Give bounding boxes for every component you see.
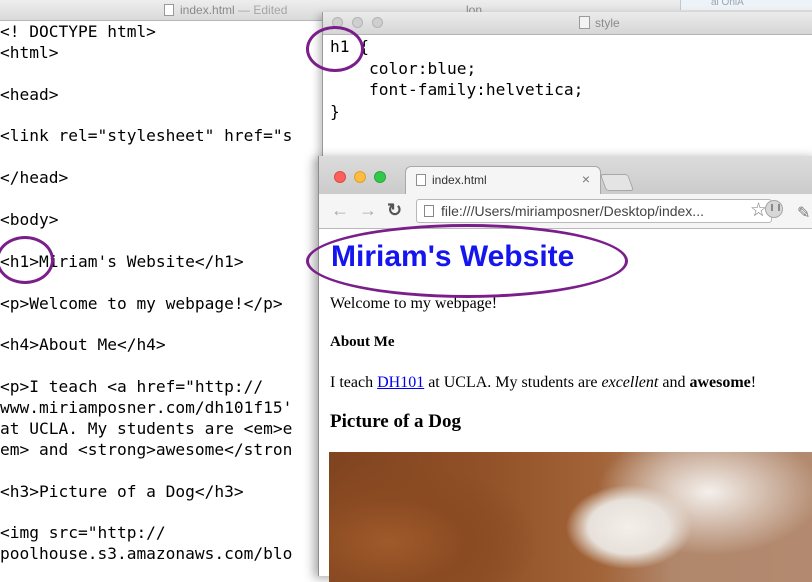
dog-heading: Picture of a Dog	[330, 411, 462, 432]
code-line: em> and <strong>awesome</stron	[0, 439, 293, 459]
document-icon	[579, 16, 590, 29]
browser-tabbar: index.html ×	[319, 156, 812, 195]
page-icon	[424, 205, 434, 217]
code-line: <p>Welcome to my webpage!</p>	[0, 293, 283, 313]
code-line: color:blue;	[330, 58, 477, 78]
browser-window: index.html × ← → ↻ file:///Users/miriamp…	[318, 156, 812, 582]
close-window-icon[interactable]	[332, 17, 343, 28]
code-line: <h3>Picture of a Dog</h3>	[0, 481, 244, 501]
behind-window-strip: al OnlA	[680, 0, 812, 10]
html-source-code[interactable]: <! DOCTYPE html> <html> <head> <link rel="s…	[0, 22, 292, 565]
forward-arrow-icon[interactable]: →	[359, 200, 377, 221]
document-icon	[164, 4, 174, 16]
code-line: h1 {	[330, 37, 369, 56]
extension-icon[interactable]	[765, 200, 783, 218]
reload-icon[interactable]: ↻	[387, 200, 402, 221]
code-line: <head>	[0, 84, 59, 104]
page-content: Miriam's Website Welcome to my webpage! …	[319, 229, 812, 582]
dh101-link[interactable]: DH101	[377, 374, 424, 391]
page-icon	[416, 174, 426, 186]
code-line: font-family:helvetica;	[330, 80, 584, 99]
back-arrow-icon[interactable]: ←	[331, 200, 349, 221]
browser-toolbar: ← → ↻ file:///Users/miriamposner/Desktop…	[319, 194, 812, 229]
minimize-window-icon[interactable]	[352, 17, 363, 28]
code-line: }	[330, 101, 340, 121]
code-line: <body>	[0, 210, 59, 230]
code-line: <h1>Miriam's Website</h1>	[0, 251, 244, 271]
code-line: <h4>About Me</h4>	[0, 335, 166, 355]
code-line: <link rel="stylesheet" href="s	[0, 126, 293, 146]
minimize-window-icon[interactable]	[354, 171, 366, 183]
zoom-window-icon[interactable]	[374, 171, 386, 183]
welcome-paragraph: Welcome to my webpage!	[330, 295, 498, 312]
code-line: <html>	[0, 42, 59, 62]
dog-image	[329, 452, 812, 582]
style-titlebar: style	[323, 12, 812, 35]
page-heading: Miriam's Website	[331, 240, 575, 273]
teach-paragraph: I teach DH101 at UCLA. My students are e…	[330, 374, 757, 391]
tab-index-html[interactable]: index.html ×	[405, 166, 601, 195]
pencil-extension-icon[interactable]: ✎	[797, 203, 810, 223]
url-text: file:///Users/miriamposner/Desktop/index…	[441, 203, 704, 219]
code-line: </head>	[0, 168, 69, 188]
code-line: <! DOCTYPE html>	[0, 22, 156, 41]
address-bar[interactable]: file:///Users/miriamposner/Desktop/index…	[416, 199, 772, 223]
code-line: at UCLA. My students are <em>e	[0, 418, 293, 438]
close-tab-icon[interactable]: ×	[582, 171, 590, 187]
code-line: www.miriamposner.com/dh101f15'	[0, 398, 293, 418]
code-line: poolhouse.s3.amazonaws.com/blo	[0, 544, 293, 564]
new-tab-button[interactable]	[599, 174, 635, 191]
style-window-title: style	[595, 16, 620, 30]
tab-label: index.html	[432, 173, 487, 187]
code-line: <p>I teach <a href="http://	[0, 377, 264, 397]
code-line: <img src="http://	[0, 523, 166, 543]
close-window-icon[interactable]	[334, 171, 346, 183]
css-source-code[interactable]: h1 { color:blue; font-family:helvetica;}	[330, 36, 583, 122]
style-window: style h1 { color:blue; font-family:helve…	[322, 12, 812, 162]
editor-title: index.html — Edited	[180, 3, 288, 17]
about-heading: About Me	[330, 334, 395, 350]
zoom-window-icon[interactable]	[372, 17, 383, 28]
